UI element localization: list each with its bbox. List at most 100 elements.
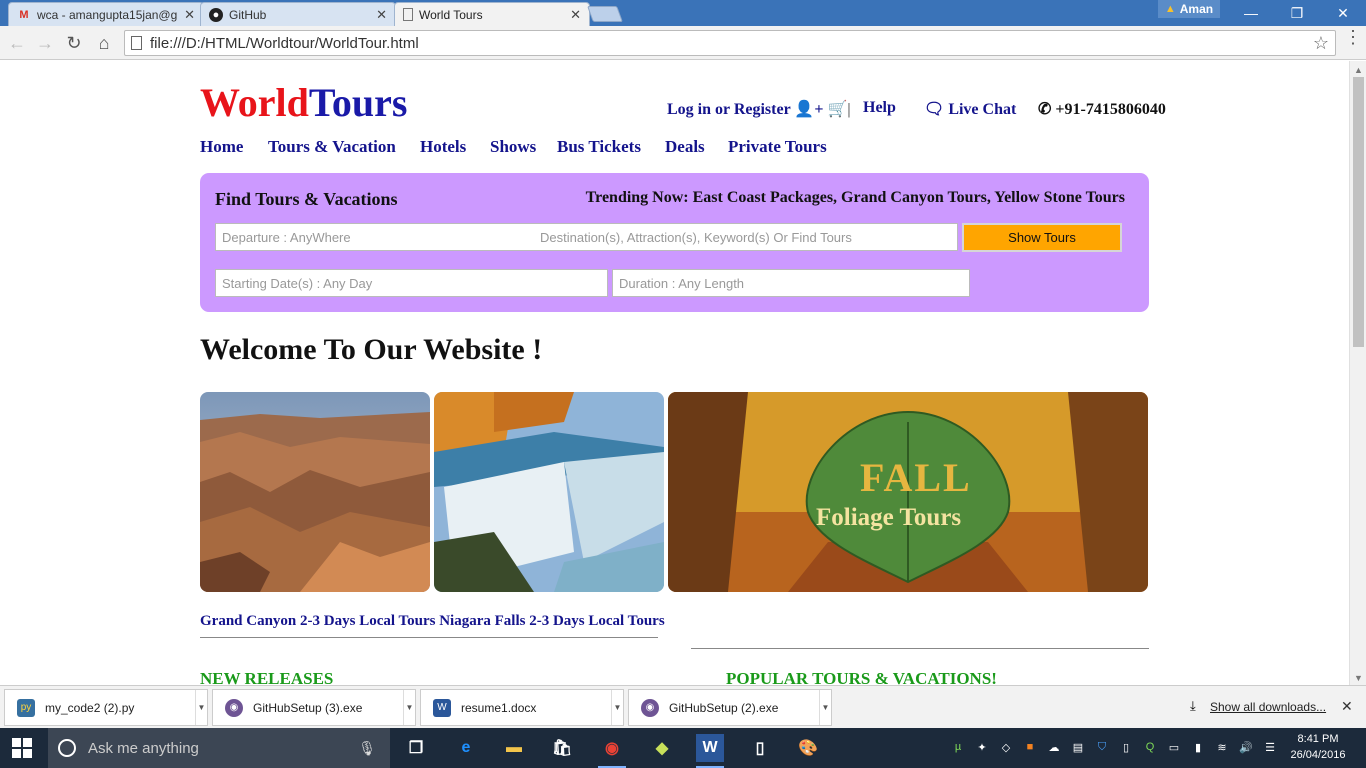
menu-icon[interactable]: ⋮ [1344,28,1362,46]
grand-canyon-link[interactable]: Grand Canyon 2-3 Days Local Tours [200,613,435,629]
close-tab-icon[interactable]: ✕ [570,7,581,23]
download-item[interactable]: ◉ GitHubSetup (3).exe ▼ [212,689,416,726]
home-button[interactable]: ⌂ [92,31,116,55]
onedrive-icon[interactable]: ☁ [1046,739,1062,755]
edge-icon[interactable]: e [452,734,480,762]
exe-file-icon: ◉ [225,698,243,717]
nav-hotels[interactable]: Hotels [420,137,466,157]
tab-gmail[interactable]: M wca - amangupta15jan@g ✕ [8,2,204,26]
nav-deals[interactable]: Deals [665,137,705,157]
show-tours-button[interactable]: Show Tours [962,223,1122,252]
word-file-icon: W [433,698,451,717]
download-icon: ⤓ [1190,698,1196,713]
reload-button[interactable]: ↻ [62,31,86,55]
word-icon[interactable]: W [696,734,724,768]
chat-icon: 🗨 [924,101,945,118]
phone-number: ✆ +91-7415806040 [1038,101,1166,118]
restore-button[interactable]: ❐ [1274,0,1320,26]
q-app-icon[interactable]: Q [1142,739,1158,755]
nav-tours-vacation[interactable]: Tours & Vacation [268,137,396,157]
nav-bus-tickets[interactable]: Bus Tickets [557,137,641,157]
page-icon [403,8,413,21]
live-chat-link[interactable]: 🗨 Live Chat [924,99,1016,119]
close-tab-icon[interactable]: ✕ [184,7,195,23]
site-logo[interactable]: WorldTours [200,79,407,126]
help-link[interactable]: Help [863,99,896,117]
banner-fall-text: FALL [860,455,972,500]
chevron-down-icon[interactable]: ▼ [819,690,831,725]
warning-icon: ▲ [1164,3,1176,15]
utorrent-icon[interactable]: µ [950,739,966,755]
shield-icon[interactable]: ⛉ [1094,739,1110,755]
windows-start-icon[interactable] [12,738,32,758]
taskbar-search-box[interactable]: Ask me anything 🎙 [48,728,390,768]
device-icon[interactable]: ▯ [1118,739,1134,755]
download-item[interactable]: W resume1.docx ▼ [420,689,624,726]
divider [200,637,658,638]
starting-date-input[interactable]: Starting Date(s) : Any Day [215,269,608,297]
banner-foliage-text: Foliage Tours [816,504,962,531]
profile-button[interactable]: ▲ Aman [1158,0,1220,18]
notifications-icon[interactable]: ☰ [1262,739,1278,755]
paint-icon[interactable]: 🎨 [794,734,822,762]
trending-text: Trending Now: East Coast Packages, Grand… [585,189,1125,206]
new-tab-button[interactable] [587,6,623,22]
address-bar[interactable]: file:///D:/HTML/Worldtour/WorldTour.html… [124,30,1336,56]
clock[interactable]: 8:41 PM 26/04/2016 [1290,731,1346,763]
close-tab-icon[interactable]: ✕ [376,7,387,23]
close-downloads-icon[interactable]: ✕ [1341,698,1353,715]
bookmark-star-icon[interactable]: ☆ [1313,33,1329,54]
chevron-down-icon[interactable]: ▼ [611,690,623,725]
file-explorer-icon[interactable]: ▬ [500,734,528,762]
chevron-down-icon[interactable]: ▼ [195,690,207,725]
login-register-link[interactable]: Log in or Register 👤+ 🛒| [667,99,851,119]
chrome-icon[interactable]: ◉ [598,734,626,768]
grand-canyon-photo[interactable] [200,392,430,592]
task-view-icon[interactable]: ❐ [402,734,430,762]
chevron-down-icon[interactable]: ▼ [403,690,415,725]
taskbar: Ask me anything 🎙 ❐ e ▬ 🛍 ◉ ◆ W ▯ 🎨 µ ✦ … [0,728,1366,768]
destination-search-input[interactable]: Departure : AnyWhere Destination(s), Att… [215,223,958,251]
back-button[interactable]: ← [5,31,29,55]
minimize-button[interactable]: — [1228,0,1274,26]
scroll-up-arrow[interactable]: ▲ [1354,65,1363,75]
phone-icon: ✆ [1038,101,1052,118]
volume-icon[interactable]: 🔊 [1238,739,1254,755]
tray-monitor-icon[interactable]: ▭ [1166,739,1182,755]
network-app-icon[interactable]: ✦ [974,739,990,755]
download-item[interactable]: py my_code2 (2).py ▼ [4,689,208,726]
page-scrollbar[interactable]: ▲ ▼ [1349,61,1366,685]
popular-tours-heading: POPULAR TOURS & VACATIONS! [726,669,997,685]
nav-shows[interactable]: Shows [490,137,536,157]
page-viewport: WorldTours Log in or Register 👤+ 🛒| Help… [0,61,1349,685]
nav-private-tours[interactable]: Private Tours [728,137,827,157]
battery-icon[interactable]: ▮ [1190,739,1206,755]
notepad-icon[interactable]: ▯ [746,734,774,762]
fall-foliage-banner[interactable]: FALL Foliage Tours [668,392,1148,592]
exe-file-icon: ◉ [641,698,659,717]
show-all-downloads-link[interactable]: Show all downloads... [1210,700,1326,714]
niagara-falls-photo[interactable] [434,392,664,592]
close-window-button[interactable]: ✕ [1320,0,1366,26]
microphone-icon[interactable]: 🎙 [358,740,376,757]
scrollbar-thumb[interactable] [1353,77,1364,347]
orange-app-icon[interactable]: ■ [1022,739,1038,755]
printer-icon[interactable]: ▤ [1070,739,1086,755]
nav-home[interactable]: Home [200,137,243,157]
tray-app-icon[interactable]: ◇ [998,739,1014,755]
scroll-down-arrow[interactable]: ▼ [1354,673,1363,683]
wifi-icon[interactable]: ≋ [1214,739,1230,755]
tab-github[interactable]: ● GitHub ✕ [200,2,396,26]
duration-input[interactable]: Duration : Any Length [612,269,970,297]
github-icon: ● [209,7,223,22]
tab-world-tours[interactable]: World Tours ✕ [394,2,590,26]
store-icon[interactable]: 🛍 [548,734,576,762]
divider [691,648,1149,649]
niagara-falls-link[interactable]: Niagara Falls 2-3 Days Local Tours [439,613,664,629]
folder-app-icon[interactable]: ◆ [648,734,676,762]
cortana-icon [58,739,76,757]
cart-icon[interactable]: 🛒 [827,101,847,118]
niagara-falls-image [434,392,664,592]
forward-button[interactable]: → [33,31,57,55]
download-item[interactable]: ◉ GitHubSetup (2).exe ▼ [628,689,832,726]
